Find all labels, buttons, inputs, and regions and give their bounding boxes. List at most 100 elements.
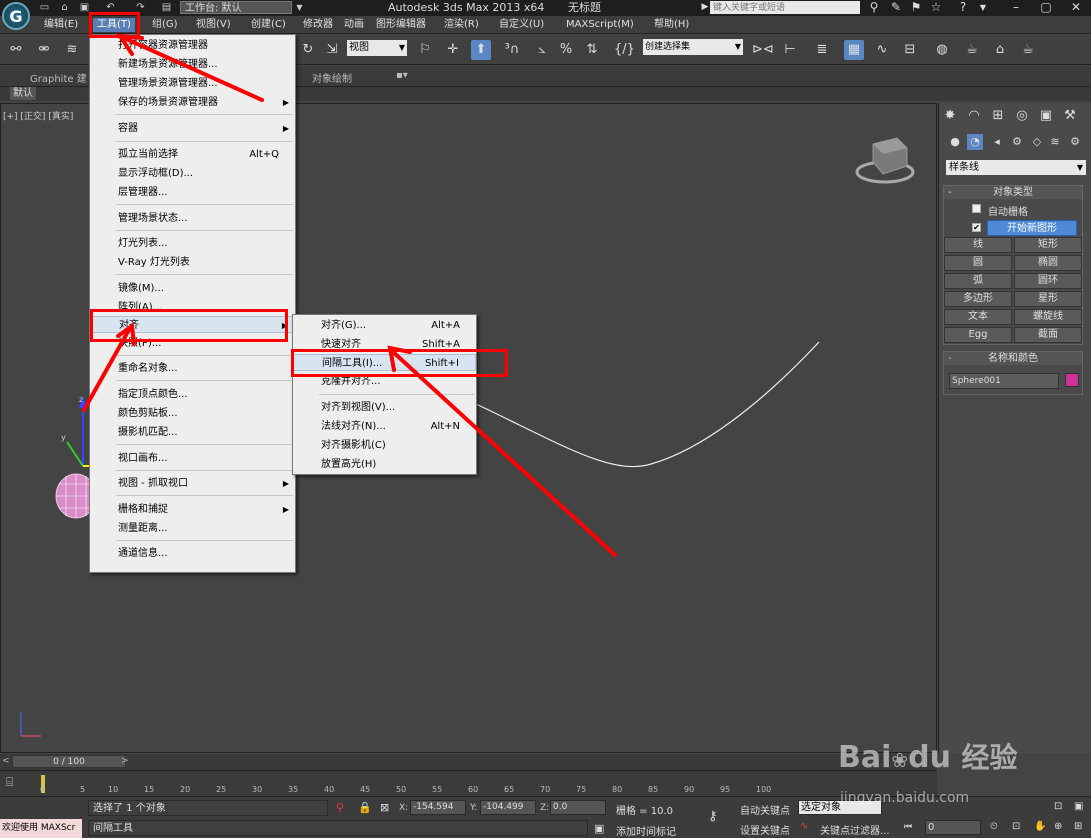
add-time-tag-label[interactable]: 添加时间标记 <box>616 823 676 838</box>
tools-menu-item[interactable]: 孤立当前选择 Alt+Q <box>90 146 295 163</box>
object-type-rollout-header[interactable]: - 对象类型 <box>944 186 1082 199</box>
menu-create[interactable]: 创建(C) <box>247 18 290 32</box>
rendered-frame-icon[interactable]: ⌂ <box>990 40 1010 60</box>
tools-menu-item[interactable]: 指定顶点颜色... <box>90 386 295 403</box>
tools-menu-item[interactable]: 层管理器... <box>90 184 295 201</box>
binoculars-icon[interactable]: ⚲ <box>866 0 882 15</box>
workspace-dropdown-arrow-icon[interactable]: ▼ <box>293 1 306 14</box>
bind-space-warp-icon[interactable]: ≋ <box>62 40 82 60</box>
tools-menu-item[interactable]: 测量距离... <box>90 520 295 537</box>
track-bar[interactable]: ⌸ 0 5 10 15 20 25 30 35 40 45 50 55 60 6… <box>0 770 937 796</box>
orbit-icon[interactable]: ⊕ <box>1054 821 1062 832</box>
help-dropdown-icon[interactable]: ▼ <box>975 0 991 15</box>
key-curve-icon[interactable]: ∿ <box>800 821 808 832</box>
hierarchy-tab-icon[interactable]: ⊞ <box>989 107 1007 125</box>
curve-editor-icon[interactable]: ∿ <box>872 40 892 60</box>
ribbon-default-tab[interactable]: 默认 <box>10 87 36 100</box>
tools-menu-item[interactable]: 视口画布... <box>90 450 295 467</box>
ribbon-options-icon[interactable]: ▪▾ <box>396 70 408 81</box>
search-input[interactable] <box>710 1 860 14</box>
ribbon-tab-graphite[interactable]: Graphite 建 <box>30 70 87 85</box>
shape-text-button[interactable]: 文本 <box>944 309 1012 325</box>
y-coordinate-field[interactable]: -104.499 <box>480 800 536 815</box>
object-color-swatch[interactable] <box>1065 373 1079 387</box>
shape-star-button[interactable]: 星形 <box>1014 291 1082 307</box>
time-slider-thumb[interactable]: 0 / 100 <box>12 755 126 768</box>
time-next-icon[interactable]: > <box>121 756 129 766</box>
workspace-dropdown[interactable]: 工作台: 默认 <box>180 1 292 14</box>
current-frame-field[interactable]: 0 <box>925 820 981 835</box>
open-file-icon[interactable]: ⌂ <box>58 1 71 14</box>
menu-animation[interactable]: 动画 <box>340 18 368 32</box>
graphite-ribbon-icon[interactable]: ▦ <box>844 40 864 60</box>
absolute-mode-icon[interactable]: ⊠ <box>380 801 389 814</box>
scale-icon[interactable]: ⇲ <box>322 40 342 60</box>
time-config-icon[interactable]: ⏲ <box>990 821 998 832</box>
render-production-icon[interactable]: ☕ <box>1018 40 1038 60</box>
maxscript-listener-mini[interactable]: 欢迎使用 MAXScr <box>0 819 82 838</box>
align-menu-item[interactable]: 对齐摄影机(C) <box>293 437 476 454</box>
shape-section-button[interactable]: 截面 <box>1014 327 1082 343</box>
new-file-icon[interactable]: ▭ <box>38 1 51 14</box>
shape-donut-button[interactable]: 圆环 <box>1014 273 1082 289</box>
geometry-icon[interactable]: ● <box>947 134 963 150</box>
tools-icon[interactable]: ✎ <box>888 0 904 15</box>
menu-maxscript[interactable]: MAXScript(M) <box>562 18 638 32</box>
maximize-viewport-icon[interactable]: ⊞ <box>1074 821 1082 832</box>
viewcube-icon[interactable] <box>855 137 915 184</box>
percent-snap-icon[interactable]: % <box>556 40 576 60</box>
cameras-icon[interactable]: ⚙ <box>1009 134 1025 150</box>
zoom-extents-all-icon[interactable]: ⊡ <box>1054 801 1062 812</box>
schematic-view-icon[interactable]: ⊟ <box>900 40 920 60</box>
menu-edit[interactable]: 编辑(E) <box>40 18 82 32</box>
shape-line-button[interactable]: 线 <box>944 237 1012 253</box>
menu-customize[interactable]: 自定义(U) <box>495 18 548 32</box>
material-editor-icon[interactable]: ◍ <box>932 40 952 60</box>
minimize-icon[interactable]: – <box>1008 0 1024 15</box>
shape-category-dropdown[interactable]: 样条线 ▼ <box>946 160 1086 175</box>
rotate-icon[interactable]: ↻ <box>298 40 318 60</box>
shape-helix-button[interactable]: 螺旋线 <box>1014 309 1082 325</box>
set-key-button[interactable]: 设置关键点 <box>740 822 790 837</box>
ribbon-tab-object-paint[interactable]: 对象绘制 <box>312 70 352 85</box>
space-warps-icon[interactable]: ≋ <box>1047 134 1063 150</box>
tools-menu-item[interactable]: 新建场景资源管理器... <box>90 56 295 73</box>
tools-menu-item[interactable]: 保存的场景资源管理器 ▶ <box>90 94 295 111</box>
menu-rendering[interactable]: 渲染(R) <box>440 18 483 32</box>
utilities-tab-icon[interactable]: ⚒ <box>1061 107 1079 125</box>
tools-menu-item[interactable]: V-Ray 灯光列表 <box>90 254 295 271</box>
name-color-rollout-header[interactable]: - 名称和颜色 <box>944 352 1082 365</box>
field-of-view-icon[interactable]: ▣ <box>1074 801 1083 812</box>
align-menu-item[interactable]: 法线对齐(N)... Alt+N <box>293 418 476 435</box>
menu-graph-editors[interactable]: 图形编辑器 <box>372 18 430 32</box>
tools-menu-item[interactable]: 通道信息... <box>90 545 295 562</box>
zoom-extents-icon[interactable]: ⊡ <box>1012 821 1020 832</box>
help-icon[interactable]: ? <box>955 0 971 15</box>
favorites-star-icon[interactable]: ☆ <box>928 0 944 15</box>
menu-help[interactable]: 帮助(H) <box>650 18 693 32</box>
tools-menu-item[interactable]: 显示浮动框(D)... <box>90 165 295 182</box>
display-tab-icon[interactable]: ▣ <box>1037 107 1055 125</box>
modify-tab-icon[interactable]: ◠ <box>965 107 983 125</box>
align-menu-item[interactable]: 对齐到视图(V)... <box>293 399 476 416</box>
start-new-shape-checkbox[interactable]: ✔ <box>972 223 981 232</box>
render-setup-icon[interactable]: ☕ <box>962 40 982 60</box>
z-coordinate-field[interactable]: 0.0 <box>550 800 606 815</box>
mirror-icon[interactable]: ⊳⊲ <box>752 40 774 60</box>
reference-coordinate-dropdown[interactable]: 视图 ▼ <box>347 40 407 56</box>
spinner-snap-icon[interactable]: ⇅ <box>582 40 602 60</box>
auto-grid-checkbox[interactable] <box>972 204 981 213</box>
edit-named-selection-icon[interactable]: {/} <box>614 40 635 60</box>
app-logo-button[interactable]: G <box>2 2 30 30</box>
project-folder-icon[interactable]: ▤ <box>160 1 173 14</box>
spline-curve[interactable] <box>475 341 820 468</box>
motion-tab-icon[interactable]: ◎ <box>1013 107 1031 125</box>
angle-snap-icon[interactable]: ⦣ <box>532 40 552 60</box>
auto-key-button[interactable]: 自动关键点 <box>740 802 790 817</box>
snap-toggle-icon[interactable]: ³∩ <box>502 40 522 60</box>
tools-menu-item[interactable]: 摄影机匹配... <box>90 424 295 441</box>
set-key-icon[interactable]: ⚷ <box>708 809 718 824</box>
select-manipulate-icon[interactable]: ⬆ <box>471 40 491 60</box>
tools-menu-item[interactable]: 镜像(M)... <box>90 280 295 297</box>
link-icon[interactable]: ⚯ <box>6 40 26 60</box>
